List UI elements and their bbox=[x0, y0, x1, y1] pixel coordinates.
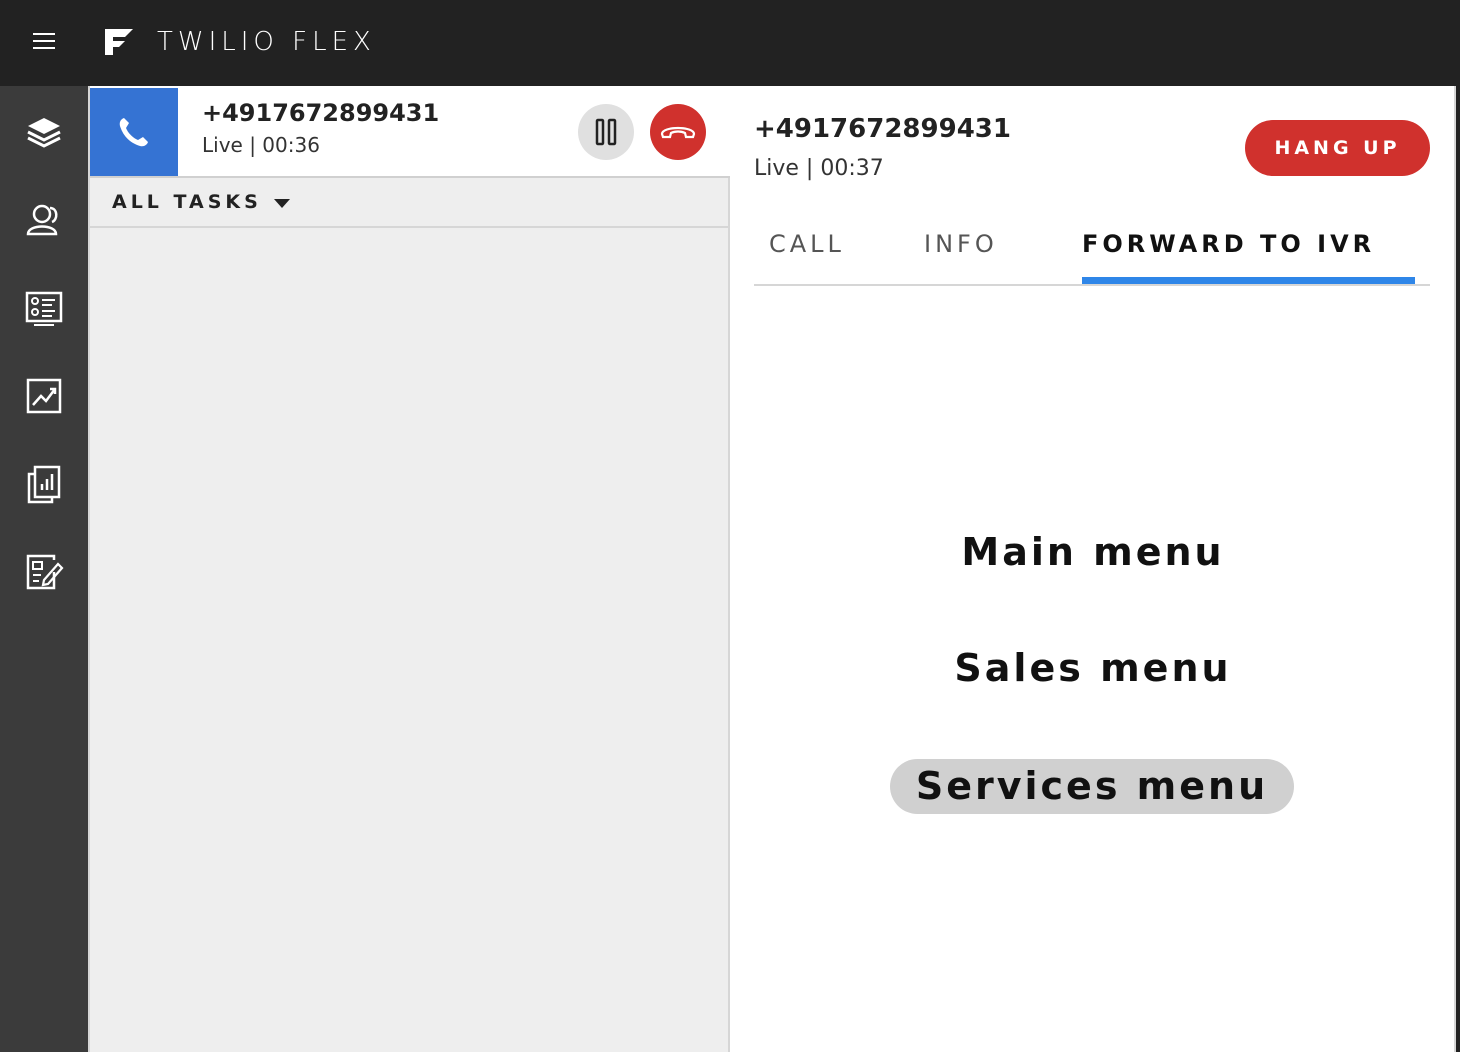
sidebar-nav bbox=[0, 86, 88, 1052]
sidebar-item-analytics[interactable] bbox=[0, 352, 88, 440]
task-caller-number: +4917672899431 bbox=[202, 99, 440, 127]
active-tab-indicator bbox=[1082, 277, 1415, 284]
layers-icon bbox=[27, 118, 61, 148]
task-card[interactable]: +4917672899431 Live | 00:36 bbox=[90, 86, 730, 178]
tab-info[interactable]: INFO bbox=[924, 230, 998, 258]
contacts-icon bbox=[26, 204, 58, 236]
reports-icon bbox=[27, 465, 61, 504]
sidebar-item-agent-desktop[interactable] bbox=[0, 88, 88, 176]
menu-icon[interactable] bbox=[33, 33, 55, 49]
tab-call[interactable]: CALL bbox=[769, 230, 845, 258]
phone-icon bbox=[119, 118, 148, 147]
detail-status-text: Live | 00:37 bbox=[754, 156, 884, 181]
task-status-text: Live | 00:36 bbox=[202, 133, 320, 157]
top-bar: TWILIO FLEX bbox=[0, 0, 1460, 86]
hang-up-button[interactable]: HANG UP bbox=[1245, 120, 1430, 176]
detail-caller-number: +4917672899431 bbox=[754, 114, 1011, 144]
ivr-option-services-menu[interactable]: Services menu bbox=[890, 759, 1294, 814]
pause-icon bbox=[595, 118, 617, 146]
task-filter-dropdown[interactable]: ALL TASKS bbox=[112, 191, 262, 213]
sidebar-item-edit[interactable] bbox=[0, 528, 88, 616]
task-list-panel: +4917672899431 Live | 00:36 ALL TASKS bbox=[88, 86, 730, 1052]
task-filter-bar: ALL TASKS bbox=[90, 178, 730, 228]
caret-down-icon[interactable] bbox=[274, 199, 290, 208]
sidebar-item-queues[interactable] bbox=[0, 264, 88, 352]
brand-name: TWILIO FLEX bbox=[157, 27, 376, 57]
detail-tabs: CALL INFO FORWARD TO IVR bbox=[754, 216, 1430, 286]
tab-forward-to-ivr[interactable]: FORWARD TO IVR bbox=[1082, 230, 1375, 258]
task-channel-badge bbox=[90, 88, 178, 176]
analytics-icon bbox=[26, 378, 62, 414]
ivr-option-main-menu[interactable]: Main menu bbox=[730, 530, 1456, 574]
sidebar-item-reports[interactable] bbox=[0, 440, 88, 528]
hangup-phone-icon bbox=[660, 126, 696, 139]
ivr-option-sales-menu[interactable]: Sales menu bbox=[730, 646, 1456, 690]
end-call-button[interactable] bbox=[650, 104, 706, 160]
sidebar-item-teams[interactable] bbox=[0, 176, 88, 264]
twilio-flex-logo-icon bbox=[105, 29, 133, 55]
task-detail-panel: +4917672899431 Live | 00:37 HANG UP CALL… bbox=[730, 86, 1456, 1052]
edit-form-icon bbox=[26, 554, 64, 590]
hold-button[interactable] bbox=[578, 104, 634, 160]
queues-icon bbox=[25, 291, 63, 326]
